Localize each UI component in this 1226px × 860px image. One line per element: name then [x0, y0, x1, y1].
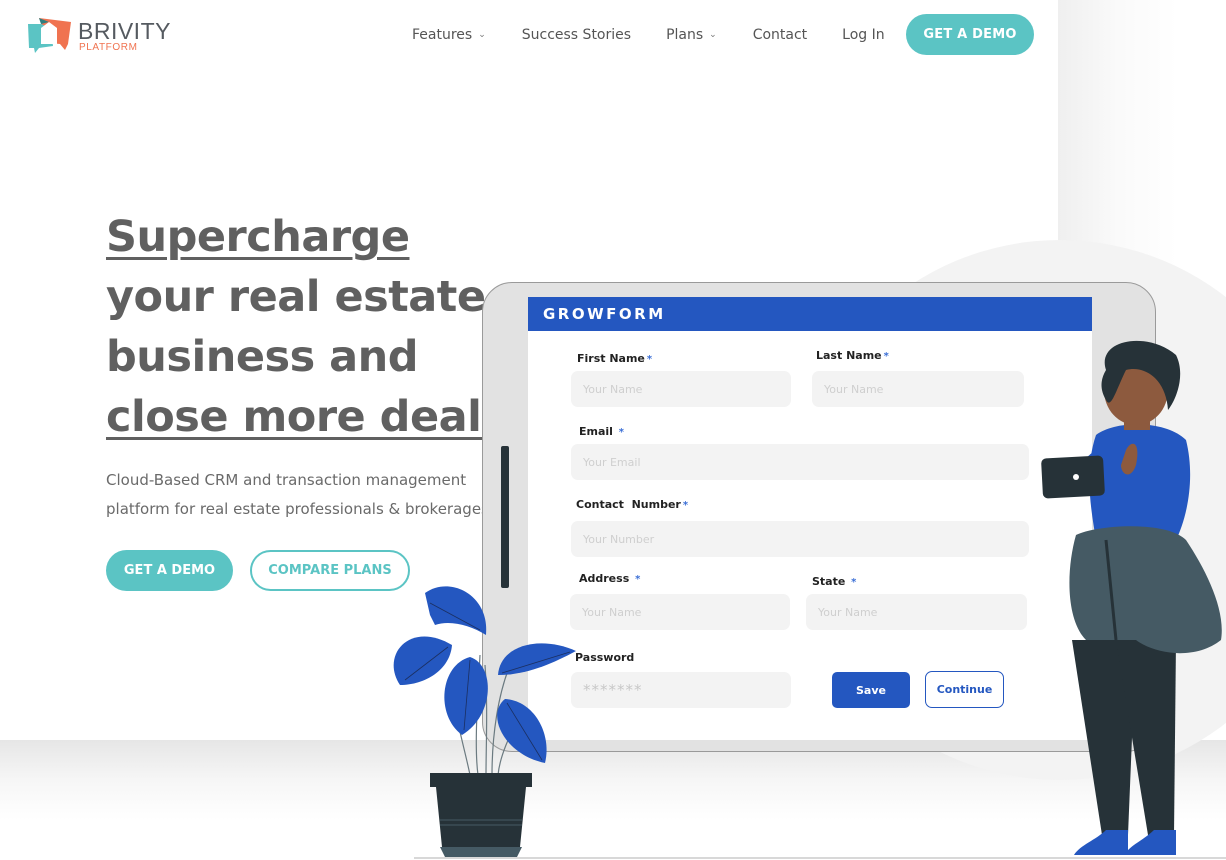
nav-contact[interactable]: Contact	[753, 27, 807, 43]
label-address-text: Address	[579, 572, 630, 585]
nav-success-stories[interactable]: Success Stories	[522, 27, 631, 43]
label-state: State *	[812, 575, 856, 588]
password-input[interactable]: *******	[571, 672, 791, 708]
nav-contact-label: Contact	[752, 27, 808, 43]
contact-number-input[interactable]: Your Number	[571, 521, 1029, 557]
continue-button[interactable]: Continue	[925, 671, 1004, 708]
label-last-name: Last Name *	[816, 349, 889, 362]
label-first-name: First Name *	[577, 352, 652, 365]
logo-subtitle: PLATFORM	[79, 42, 138, 53]
hero-headline: Supercharge your real estate business an…	[106, 207, 526, 447]
state-input[interactable]: Your Name	[806, 594, 1027, 630]
address-input[interactable]: Your Name	[570, 594, 790, 630]
label-contact-number: Contact Number *	[576, 498, 688, 511]
headline-emphasis-supercharge: Supercharge	[106, 212, 410, 262]
chevron-down-icon: ⌄	[478, 30, 486, 40]
label-password: Password	[575, 651, 634, 664]
label-email-text: Email	[579, 425, 613, 438]
tablet-side-button	[501, 446, 509, 588]
label-contact-number-text: Contact Number	[576, 498, 681, 511]
growform-screen: GROWFORM First Name * Your Name Last Name…	[528, 297, 1092, 740]
nav-features-label: Features	[412, 27, 473, 43]
logo-title: BRIVITY	[78, 18, 171, 44]
nav-login-label: Log In	[842, 27, 885, 43]
last-name-input[interactable]: Your Name	[812, 371, 1024, 407]
nav-plans-label: Plans	[666, 27, 704, 43]
nav-success-stories-label: Success Stories	[521, 27, 632, 43]
required-asterisk: *	[682, 500, 689, 511]
nav-plans[interactable]: Plans ⌄	[666, 27, 717, 43]
nav-get-demo-button[interactable]: GET A DEMO	[906, 14, 1034, 55]
save-button[interactable]: Save	[832, 672, 910, 708]
label-address: Address *	[579, 572, 640, 585]
hero-subtext-line2: platform for real estate professionals &…	[106, 500, 486, 518]
required-asterisk: *	[851, 577, 857, 588]
chevron-down-icon: ⌄	[709, 30, 717, 40]
nav-features[interactable]: Features ⌄	[412, 27, 486, 43]
label-last-name-text: Last Name	[816, 349, 882, 362]
person-with-tablet-illustration	[1041, 340, 1222, 855]
first-name-input[interactable]: Your Name	[571, 371, 791, 407]
brand-logo[interactable]: BRIVITY PLATFORM	[27, 16, 170, 56]
hero-subtext-line1: Cloud-Based CRM and transaction manageme…	[106, 471, 467, 489]
required-asterisk: *	[618, 427, 625, 438]
required-asterisk: *	[635, 574, 641, 585]
hero-subtext: Cloud-Based CRM and transaction manageme…	[106, 466, 486, 524]
label-first-name-text: First Name	[577, 352, 645, 365]
floor-line	[414, 857, 1226, 859]
potted-plant-illustration	[393, 586, 576, 859]
growform-title: GROWFORM	[528, 297, 1092, 331]
label-password-text: Password	[575, 651, 635, 664]
hero-get-demo-button[interactable]: GET A DEMO	[106, 550, 233, 591]
headline-middle: your real estate business and	[106, 272, 486, 382]
label-email: Email *	[579, 425, 624, 438]
main-nav: Features ⌄ Success Stories Plans ⌄ Conta…	[412, 14, 885, 56]
required-asterisk: *	[646, 354, 653, 365]
logo-house-bubble-icon	[28, 18, 71, 53]
headline-emphasis-close-deals: close more deals	[106, 392, 507, 442]
nav-login[interactable]: Log In	[842, 27, 884, 43]
label-state-text: State	[812, 575, 846, 588]
email-input[interactable]: Your Email	[571, 444, 1029, 480]
required-asterisk: *	[883, 351, 889, 362]
